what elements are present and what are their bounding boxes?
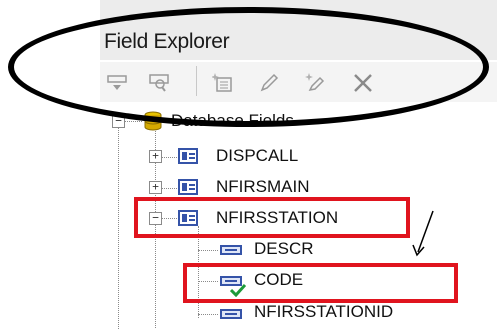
tree-line	[124, 121, 142, 122]
expander-nfirsmain[interactable]: +	[149, 181, 162, 194]
tree-line	[198, 314, 218, 315]
tree-node-dispcall[interactable]: DISPCALL	[216, 146, 298, 166]
table-icon	[178, 179, 198, 195]
expander-dispcall[interactable]: +	[149, 150, 162, 163]
annotation-highlight-code	[183, 263, 458, 303]
field-icon	[220, 245, 242, 255]
annotation-ellipse	[8, 7, 489, 127]
annotation-arrow	[410, 208, 440, 263]
tree-line	[161, 157, 177, 158]
table-icon	[178, 148, 198, 164]
tree-node-nfirsmain[interactable]: NFIRSMAIN	[216, 177, 310, 197]
tree-line	[198, 250, 218, 251]
tree-node-descr[interactable]: DESCR	[254, 239, 314, 259]
tree-node-nfirsstationid[interactable]: NFIRSSTATIONID	[254, 302, 393, 322]
annotation-highlight-nfirsstation	[134, 197, 410, 238]
tree-line	[118, 127, 119, 329]
field-icon	[220, 309, 242, 319]
tree-line	[161, 188, 177, 189]
